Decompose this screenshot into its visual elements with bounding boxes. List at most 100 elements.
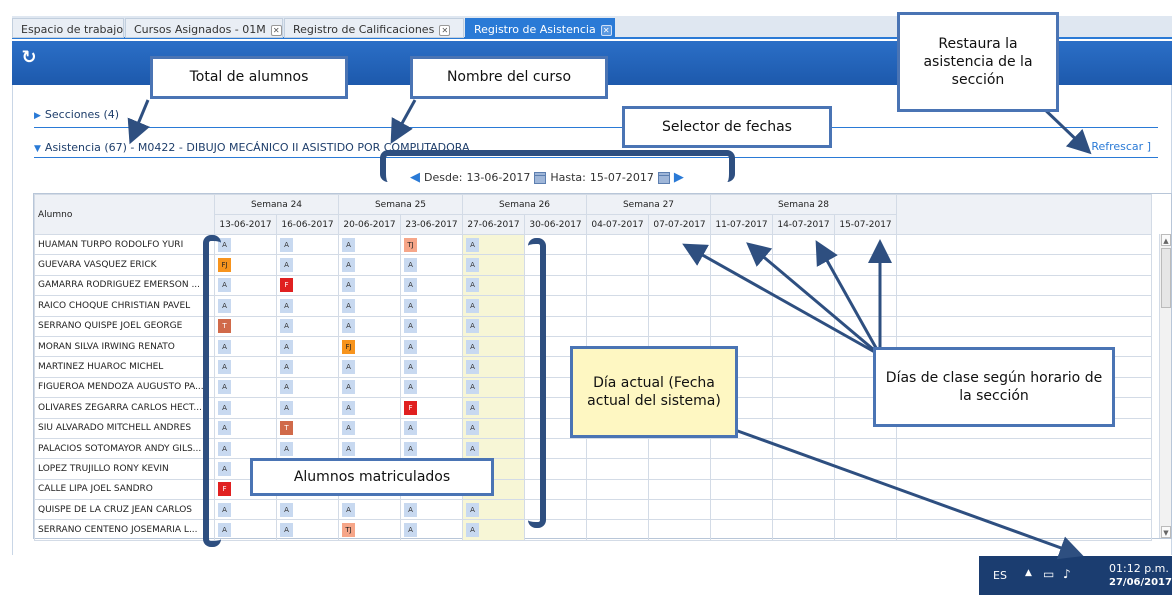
date-header[interactable]: 13-06-2017: [214, 214, 277, 235]
attendance-cell[interactable]: A: [276, 233, 339, 256]
attendance-cell[interactable]: A: [338, 397, 401, 419]
attendance-cell[interactable]: [834, 254, 897, 276]
attendance-mark[interactable]: A: [280, 502, 293, 517]
scroll-up-icon[interactable]: ▲: [1161, 234, 1171, 246]
attendance-mark[interactable]: TJ: [342, 523, 355, 538]
attendance-cell[interactable]: A: [276, 376, 339, 399]
attendance-cell[interactable]: A: [276, 254, 339, 276]
attendance-cell[interactable]: [772, 356, 835, 378]
attendance-cell[interactable]: A: [338, 437, 401, 460]
attendance-cell[interactable]: A: [400, 356, 463, 378]
attendance-cell[interactable]: [710, 458, 773, 480]
attendance-mark[interactable]: A: [466, 380, 479, 395]
date-header[interactable]: 11-07-2017: [710, 214, 773, 235]
attendance-cell[interactable]: [648, 315, 711, 337]
date-header[interactable]: 23-06-2017: [400, 214, 463, 235]
attendance-mark[interactable]: A: [342, 502, 355, 517]
attendance-cell[interactable]: [710, 254, 773, 276]
attendance-mark[interactable]: A: [342, 298, 355, 313]
attendance-mark[interactable]: A: [280, 360, 293, 375]
attendance-cell[interactable]: A: [338, 274, 401, 297]
attendance-cell[interactable]: A: [276, 499, 339, 521]
attendance-cell[interactable]: [648, 478, 711, 501]
attendance-mark[interactable]: A: [342, 258, 355, 273]
attendance-cell[interactable]: [648, 437, 711, 460]
attendance-cell[interactable]: A: [214, 295, 277, 317]
attendance-mark[interactable]: A: [404, 278, 417, 293]
attendance-cell[interactable]: T: [214, 315, 277, 337]
attendance-cell[interactable]: [834, 233, 897, 256]
clock-date[interactable]: 27/06/2017: [1109, 577, 1172, 588]
attendance-cell[interactable]: A: [338, 417, 401, 439]
attendance-cell[interactable]: A: [338, 356, 401, 378]
attendance-mark[interactable]: A: [342, 380, 355, 395]
attendance-cell[interactable]: [772, 478, 835, 501]
attendance-cell[interactable]: [834, 478, 897, 501]
attendance-mark[interactable]: A: [280, 237, 293, 252]
attendance-cell[interactable]: A: [400, 295, 463, 317]
attendance-cell[interactable]: [586, 478, 649, 501]
attendance-cell[interactable]: [710, 315, 773, 337]
attendance-cell[interactable]: A: [462, 519, 525, 541]
date-header[interactable]: 14-07-2017: [772, 214, 835, 235]
attendance-cell[interactable]: [772, 417, 835, 439]
attendance-mark[interactable]: T: [280, 421, 293, 436]
attendance-cell[interactable]: [586, 295, 649, 317]
attendance-cell[interactable]: F: [276, 274, 339, 297]
attendance-cell[interactable]: A: [214, 376, 277, 399]
attendance-mark[interactable]: A: [466, 298, 479, 313]
attendance-cell[interactable]: A: [462, 397, 525, 419]
attendance-cell[interactable]: [586, 458, 649, 480]
attendance-cell[interactable]: [648, 458, 711, 480]
attendance-mark[interactable]: A: [404, 502, 417, 517]
attendance-mark[interactable]: A: [466, 360, 479, 375]
attendance-cell[interactable]: A: [276, 397, 339, 419]
attendance-cell[interactable]: [772, 254, 835, 276]
tab-cursos-asignados[interactable]: Cursos Asignados - 01M ✕: [125, 18, 283, 38]
clock-time[interactable]: 01:12 p.m.: [1109, 562, 1169, 575]
attendance-cell[interactable]: A: [400, 274, 463, 297]
attendance-mark[interactable]: A: [466, 278, 479, 293]
attendance-cell[interactable]: [586, 499, 649, 521]
attendance-cell[interactable]: A: [400, 315, 463, 337]
attendance-mark[interactable]: A: [404, 523, 417, 538]
attendance-cell[interactable]: TJ: [400, 233, 463, 256]
attendance-cell[interactable]: A: [462, 356, 525, 378]
attendance-mark[interactable]: A: [342, 360, 355, 375]
attendance-mark[interactable]: A: [466, 400, 479, 415]
attendance-cell[interactable]: A: [276, 295, 339, 317]
attendance-mark[interactable]: A: [404, 319, 417, 334]
attendance-cell[interactable]: [772, 499, 835, 521]
scroll-thumb[interactable]: [1161, 248, 1171, 308]
attendance-cell[interactable]: A: [462, 499, 525, 521]
attendance-cell[interactable]: [648, 499, 711, 521]
attendance-mark[interactable]: A: [404, 298, 417, 313]
attendance-mark[interactable]: A: [280, 380, 293, 395]
attendance-cell[interactable]: A: [400, 437, 463, 460]
attendance-cell[interactable]: [586, 437, 649, 460]
attendance-cell[interactable]: A: [214, 356, 277, 378]
attendance-mark[interactable]: F: [404, 400, 417, 415]
attendance-mark[interactable]: A: [280, 258, 293, 273]
attendance-cell[interactable]: [772, 295, 835, 317]
date-header[interactable]: 30-06-2017: [524, 214, 587, 235]
attendance-mark[interactable]: FJ: [342, 339, 355, 354]
attendance-mark[interactable]: A: [280, 400, 293, 415]
attendance-cell[interactable]: [834, 437, 897, 460]
attendance-cell[interactable]: [586, 274, 649, 297]
attendance-mark[interactable]: A: [404, 380, 417, 395]
attendance-cell[interactable]: A: [462, 233, 525, 256]
attendance-cell[interactable]: A: [462, 437, 525, 460]
attendance-cell[interactable]: A: [214, 417, 277, 439]
attendance-mark[interactable]: A: [466, 502, 479, 517]
attendance-mark[interactable]: A: [466, 237, 479, 252]
attendance-mark[interactable]: A: [342, 278, 355, 293]
vertical-scrollbar[interactable]: ▲ ▼: [1159, 234, 1171, 538]
attendance-cell[interactable]: [710, 519, 773, 541]
attendance-cell[interactable]: A: [276, 437, 339, 460]
attendance-cell[interactable]: [648, 274, 711, 297]
volume-icon[interactable]: ♪: [1063, 567, 1071, 581]
attendance-cell[interactable]: A: [400, 417, 463, 439]
attendance-cell[interactable]: [710, 499, 773, 521]
attendance-cell[interactable]: A: [276, 519, 339, 541]
